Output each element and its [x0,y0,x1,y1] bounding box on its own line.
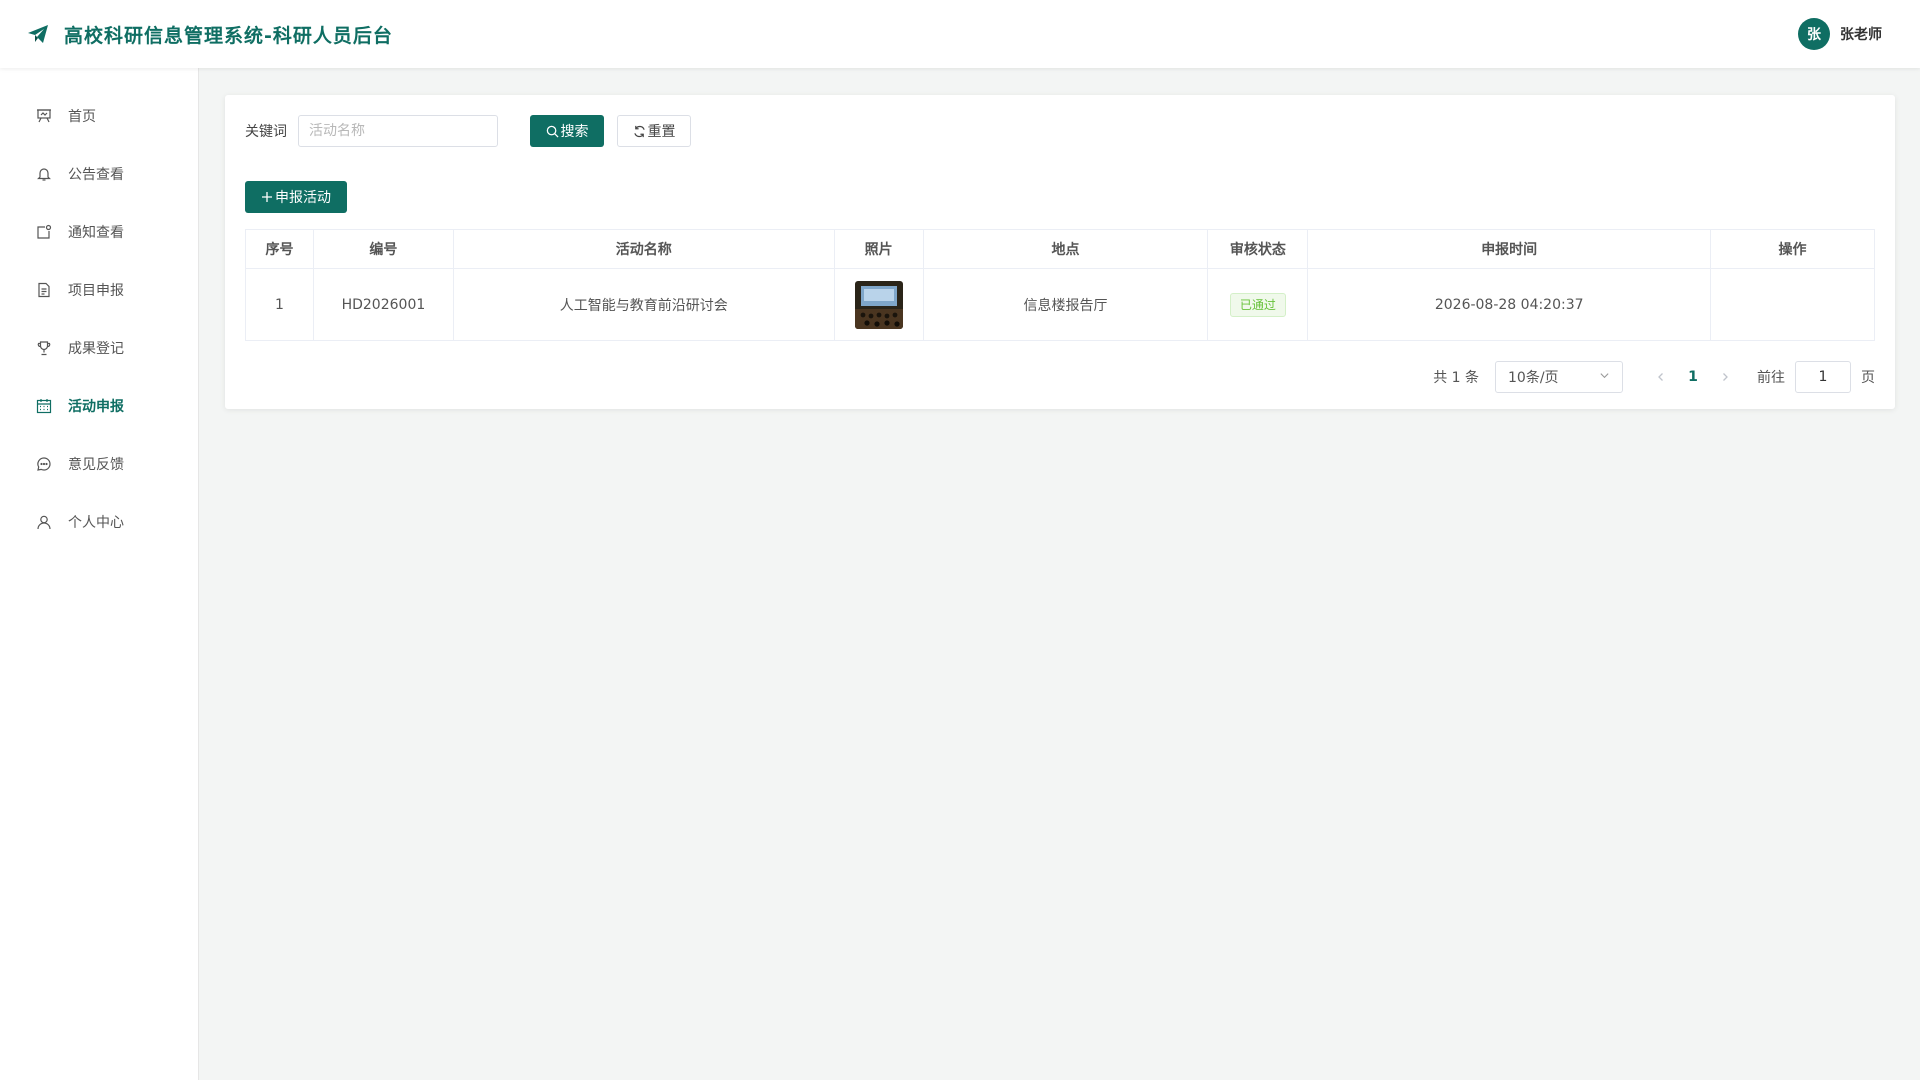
total-count: 共 1 条 [1433,370,1479,386]
page-size-value: 10条/页 [1508,370,1559,386]
sidebar-item-home[interactable]: 首页 [0,87,198,145]
page-number-current[interactable]: 1 [1675,369,1711,385]
top-header: 高校科研信息管理系统-科研人员后台 张 张老师 [0,0,1920,68]
plus-icon [261,191,273,203]
bell-icon [35,165,53,183]
chat-icon [35,455,53,473]
cell-time: 2026-08-28 04:20:37 [1307,268,1712,341]
page-unit-label: 页 [1861,370,1875,386]
search-button-label: 搜索 [560,124,589,140]
cell-name: 人工智能与教育前沿研讨会 [452,268,835,341]
next-page-button[interactable] [1711,372,1739,382]
sidebar-item-projects[interactable]: 项目申报 [0,261,198,319]
conference-hall-photo[interactable] [854,280,903,329]
add-button-label: 申报活动 [275,190,331,206]
column-header: 照片 [833,229,924,269]
document-icon [35,281,53,299]
app-title: 高校科研信息管理系统-科研人员后台 [64,24,393,47]
cell-status: 已通过 [1207,268,1309,341]
notification-icon [35,223,53,241]
chevron-down-icon [1599,369,1610,385]
search-button[interactable]: 搜索 [530,115,604,147]
cell-actions [1710,268,1875,341]
activity-table: 序号 编号 活动名称 照片 地点 审核状态 申报时间 操作 1 HD202600… [245,229,1875,341]
sidebar-item-label: 项目申报 [68,283,124,299]
pagination: 共 1 条 10条/页 1 前往 页 [1433,361,1875,393]
sidebar-item-label: 活动申报 [68,399,124,415]
presentation-icon [35,107,53,125]
column-header: 活动名称 [452,229,835,269]
reset-button[interactable]: 重置 [617,115,691,147]
sidebar-item-notifications[interactable]: 通知查看 [0,203,198,261]
sidebar-item-profile[interactable]: 个人中心 [0,493,198,551]
search-input[interactable] [298,115,498,147]
status-badge: 已通过 [1229,292,1286,317]
sidebar-item-label: 个人中心 [68,515,124,531]
calendar-icon [35,397,53,415]
goto-label: 前往 [1757,370,1785,386]
page-size-select[interactable]: 10条/页 [1495,361,1623,393]
avatar[interactable]: 张 [1798,18,1830,50]
cell-location: 信息楼报告厅 [922,268,1209,341]
refresh-icon [633,125,646,138]
reset-button-label: 重置 [647,124,676,140]
table-row: 1 HD2026001 人工智能与教育前沿研讨会 信息楼报告厅 已通过 2026… [245,268,1875,341]
cell-index: 1 [245,268,314,341]
trophy-icon [35,339,53,357]
column-header: 审核状态 [1207,229,1309,269]
sidebar-item-label: 通知查看 [68,225,124,241]
goto-page-input[interactable] [1795,361,1851,393]
sidebar-item-label: 成果登记 [68,341,124,357]
sidebar-item-announcements[interactable]: 公告查看 [0,145,198,203]
user-name[interactable]: 张老师 [1840,24,1882,44]
sidebar-item-achievements[interactable]: 成果登记 [0,319,198,377]
search-icon [546,125,559,138]
user-icon [35,513,53,531]
column-header: 编号 [312,229,454,269]
keyword-label: 关键词 [245,124,287,140]
paper-plane-icon [26,22,50,46]
sidebar: 首页 公告查看 通知查看 项目申报 成果登记 活动申报 意见反馈 个人中心 [0,68,199,1080]
table-header-row: 序号 编号 活动名称 照片 地点 审核状态 申报时间 操作 [245,229,1875,269]
column-header: 序号 [245,229,314,269]
column-header: 地点 [922,229,1209,269]
sidebar-item-label: 公告查看 [68,167,124,183]
cell-photo [833,268,924,341]
sidebar-item-label: 意见反馈 [68,457,124,473]
prev-page-button[interactable] [1647,372,1675,382]
main-card: 关键词 搜索 重置 申报活动 序号 编号 活动名称 照片 地 [225,95,1895,409]
user-menu[interactable]: 张 张老师 [1798,18,1882,50]
search-bar: 关键词 搜索 重置 [245,115,691,147]
sidebar-item-feedback[interactable]: 意见反馈 [0,435,198,493]
column-header: 操作 [1710,229,1875,269]
sidebar-item-label: 首页 [68,109,96,125]
cell-code: HD2026001 [312,268,454,341]
add-activity-button[interactable]: 申报活动 [245,181,347,213]
column-header: 申报时间 [1307,229,1712,269]
sidebar-item-activities[interactable]: 活动申报 [0,377,198,435]
